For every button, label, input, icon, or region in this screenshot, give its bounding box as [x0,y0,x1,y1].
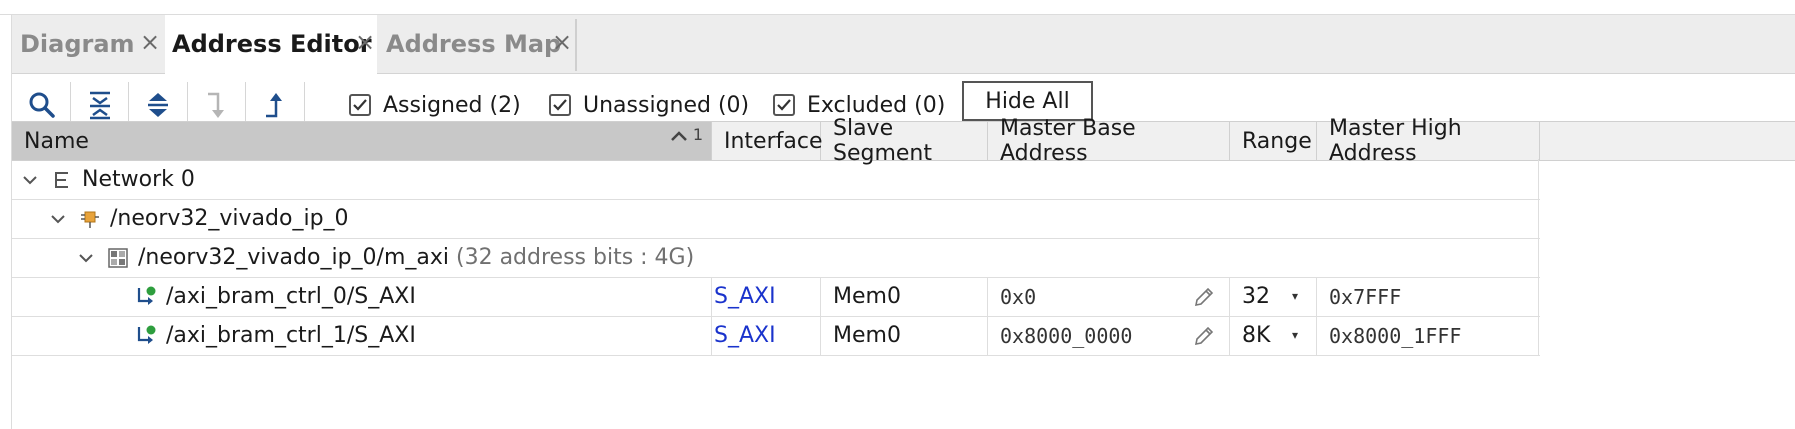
master-high-address-value: 0x8000_1FFF [1329,323,1462,348]
tab-bar: Diagram × Address Editor × Address Map × [12,15,1795,74]
filter-unassigned-label: Unassigned (0) [583,92,750,118]
assigned-segment-icon [136,316,158,355]
edit-pencil-icon[interactable] [1193,316,1215,355]
tab-diagram-close-icon[interactable]: × [140,28,160,56]
expand-all-icon [148,93,168,117]
address-space-label: /neorv32_vivado_ip_0/m_axi (32 address b… [138,238,694,277]
chevron-down-icon[interactable] [22,160,38,199]
checkbox-checked-icon [773,94,795,116]
assigned-segment-icon [136,277,158,316]
hide-all-button[interactable]: Hide All [962,81,1093,121]
tab-address-editor[interactable]: Address Editor × [165,15,377,74]
column-divider [1229,316,1230,355]
tab-address-map-close-icon[interactable]: × [552,28,572,56]
tree-row-address-space[interactable]: /neorv32_vivado_ip_0/m_axi (32 address b… [12,238,1540,278]
search-icon [29,92,55,118]
tree-row-ip[interactable]: /neorv32_vivado_ip_0 [12,199,1540,239]
range-dropdown[interactable]: 32 [1242,277,1270,316]
column-divider [711,277,712,316]
move-up-button[interactable] [253,84,297,126]
column-divider [820,316,821,355]
chevron-down-icon[interactable] [78,238,94,277]
table-header: Name 1 Interface Slave Segment Master Ba… [12,116,1795,166]
dropdown-arrow-icon[interactable]: ▾ [1292,289,1298,303]
master-high-address-value: 0x7FFF [1329,284,1402,309]
checkbox-checked-icon [349,94,371,116]
range-dropdown[interactable]: 8K [1242,316,1270,355]
column-divider [987,277,988,316]
dropdown-arrow-icon[interactable]: ▾ [1292,328,1298,342]
address-space-grid-icon [108,238,128,277]
sort-order-number: 1 [692,125,703,144]
collapse-all-button[interactable] [78,84,122,126]
table-row[interactable]: /axi_bram_ctrl_0/S_AXI S_AXI Mem0 0x0 32… [12,277,1540,317]
column-header-name[interactable]: Name 1 [12,122,712,160]
column-name-label: Name [24,128,89,154]
column-divider [1316,277,1317,316]
tab-address-map[interactable]: Address Map × [378,15,574,73]
tab-diagram-label: Diagram [20,30,135,58]
slave-segment-value: Mem0 [833,323,901,348]
tab-address-editor-label: Address Editor [172,30,372,58]
column-divider [711,316,712,355]
column-header-range[interactable]: Range [1230,122,1317,160]
search-button[interactable] [20,84,64,126]
network-icon [52,160,70,199]
tab-diagram[interactable]: Diagram × [12,15,164,73]
address-space-note: (32 address bits : 4G) [456,245,695,270]
address-space-path: /neorv32_vivado_ip_0/m_axi [138,245,449,270]
expand-all-button[interactable] [136,84,180,126]
range-value: 32 [1242,284,1270,309]
collapse-all-icon [90,91,110,120]
move-down-icon [208,92,224,118]
tab-address-editor-close-icon[interactable]: × [355,28,375,56]
edit-pencil-icon[interactable] [1193,277,1215,316]
table-right-border [1538,159,1539,356]
chevron-down-icon[interactable] [50,199,66,238]
column-header-interface[interactable]: Interface [712,122,823,160]
table-row[interactable]: /axi_bram_ctrl_1/S_AXI S_AXI Mem0 0x8000… [12,316,1540,356]
column-divider [987,316,988,355]
checkbox-checked-icon [549,94,571,116]
interface-link[interactable]: S_AXI [714,316,776,355]
interface-link[interactable]: S_AXI [714,277,776,316]
master-base-address-field[interactable]: 0x8000_0000 [1000,316,1132,355]
column-divider [1229,277,1230,316]
column-divider [1316,316,1317,355]
column-header-master-base-address[interactable]: Master Base Address [988,116,1230,166]
move-down-button[interactable] [195,84,239,126]
tab-address-map-label: Address Map [386,30,562,58]
ip-label: /neorv32_vivado_ip_0 [110,206,349,231]
slave-segment-value: Mem0 [833,284,901,309]
column-header-slave-segment[interactable]: Slave Segment [821,116,988,166]
segment-name: /axi_bram_ctrl_1/S_AXI [166,323,416,348]
column-divider [820,277,821,316]
ip-block-icon [80,199,100,238]
master-base-address-field[interactable]: 0x0 [1000,277,1036,316]
filter-excluded-label: Excluded (0) [807,92,946,118]
window-top-border [0,0,1795,15]
sort-ascending-icon: 1 [670,125,703,144]
segment-name: /axi_bram_ctrl_0/S_AXI [166,284,416,309]
move-up-icon [266,93,282,118]
tree-row-network[interactable]: Network 0 [12,160,1540,200]
tab-divider [575,19,577,71]
filter-assigned-label: Assigned (2) [383,92,521,118]
column-header-master-high-address[interactable]: Master High Address [1317,116,1540,166]
network-label: Network 0 [82,167,195,192]
range-value: 8K [1242,323,1271,348]
